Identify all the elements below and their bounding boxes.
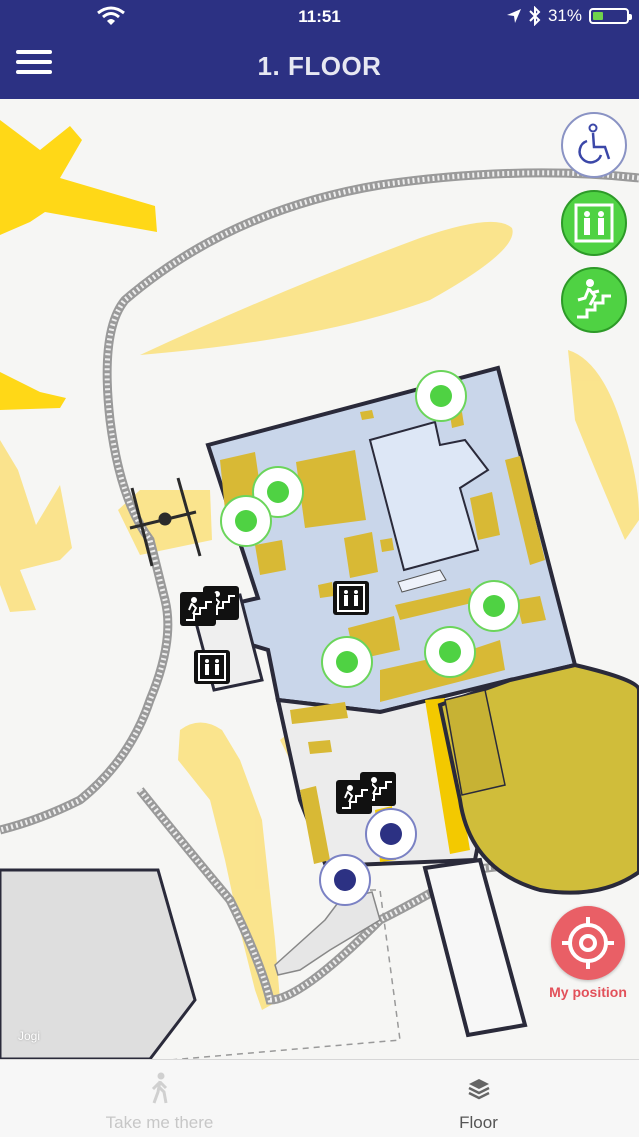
- bluetooth-icon: [529, 6, 541, 26]
- accessible-filter-button[interactable]: [561, 112, 627, 178]
- tab-floor[interactable]: Floor: [319, 1060, 638, 1137]
- wheelchair-icon: [578, 123, 611, 164]
- status-bar: 11:51 31%: [0, 0, 639, 34]
- floor-map[interactable]: [0, 99, 639, 1059]
- stairs-filter-button[interactable]: [561, 267, 627, 333]
- map-canvas[interactable]: [0, 99, 639, 1059]
- my-position-label[interactable]: My position: [535, 984, 639, 1000]
- tab-label: Take me there: [105, 1113, 214, 1132]
- my-position-button[interactable]: [551, 906, 625, 980]
- map-attribution: Jogi: [18, 1029, 41, 1043]
- layers-icon: [467, 1079, 490, 1100]
- navigation-bar: 1. FLOOR: [0, 34, 639, 99]
- stairs-icon: [577, 279, 611, 319]
- elevator-icon: [574, 203, 614, 243]
- aircraft-shapes: [0, 120, 157, 410]
- elevator-filter-button[interactable]: [561, 190, 627, 256]
- tab-bar: Take me there Floor: [0, 1059, 639, 1137]
- battery-level: [593, 12, 603, 20]
- tab-take-me-there[interactable]: Take me there: [0, 1060, 319, 1137]
- location-arrow-icon: [506, 9, 521, 23]
- battery-icon: [589, 8, 632, 24]
- status-icons: 31%: [506, 6, 632, 26]
- page-title: 1. FLOOR: [257, 51, 382, 81]
- walking-person-icon: [151, 1072, 167, 1104]
- tab-label: Floor: [459, 1113, 498, 1132]
- battery-percent: 31%: [547, 6, 582, 25]
- crosshair-icon: [562, 917, 614, 969]
